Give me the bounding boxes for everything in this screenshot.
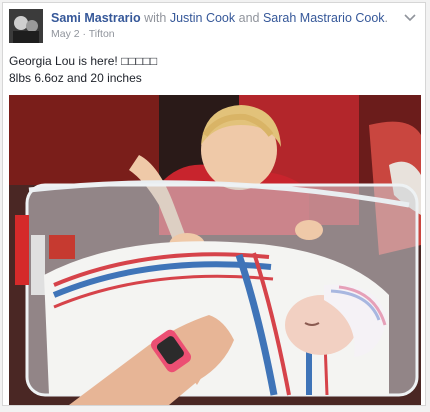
post-date-link[interactable]: May 2: [51, 28, 80, 40]
period-text: .: [384, 11, 389, 25]
post-meta: May 2 · Tifton: [51, 28, 115, 40]
chevron-down-icon[interactable]: [403, 11, 417, 23]
meta-separator: ·: [82, 28, 87, 40]
post-photo[interactable]: [9, 95, 421, 405]
post-authors-line: Sami Mastrario with Justin Cook and Sara…: [51, 11, 388, 25]
post-message-line-2: 8lbs 6.6oz and 20 inches: [9, 71, 142, 85]
post-message: Georgia Lou is here! □□□□□ 8lbs 6.6oz an…: [9, 53, 419, 87]
profile-picture[interactable]: [9, 9, 43, 43]
tagged-user-link-2[interactable]: Sarah Mastrario Cook: [263, 11, 385, 25]
post-header: Sami Mastrario with Justin Cook and Sara…: [9, 9, 419, 45]
tagged-user-link-1[interactable]: Justin Cook: [170, 11, 235, 25]
post-message-line-1: Georgia Lou is here! □□□□□: [9, 54, 158, 68]
with-text: with: [144, 11, 167, 25]
facebook-post: Sami Mastrario with Justin Cook and Sara…: [2, 2, 426, 406]
and-text: and: [238, 11, 260, 25]
author-link[interactable]: Sami Mastrario: [51, 11, 141, 25]
location-link[interactable]: Tifton: [89, 28, 115, 40]
